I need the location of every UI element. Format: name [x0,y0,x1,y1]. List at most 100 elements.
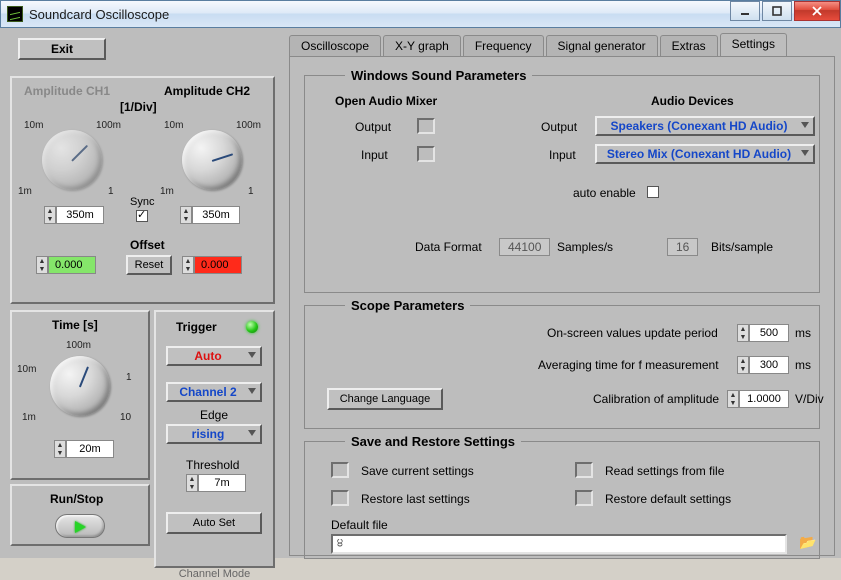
group-sound-params: Windows Sound Parameters Open Audio Mixe… [304,75,820,293]
group-save-restore: Save and Restore Settings Save current s… [304,441,820,559]
trigger-channel-dropdown[interactable]: Channel 2 [166,382,262,402]
tab-frequency[interactable]: Frequency [463,35,544,56]
time-panel: Time [s] 100m 10m 1 1m 10 ▲▼ [10,310,150,480]
tab-extras[interactable]: Extras [660,35,718,56]
mixer-output-label: Output [355,120,391,134]
samples-s-label: Samples/s [557,240,613,254]
trigger-mode-dropdown[interactable]: Auto [166,346,262,366]
threshold-value[interactable] [198,474,246,492]
maximize-button[interactable] [762,1,792,21]
default-file-field[interactable]: ੪ [331,534,787,554]
sample-rate-field: 44100 [499,238,550,256]
runstop-panel: Run/Stop [10,484,150,546]
tick: 1 [126,372,132,383]
trigger-edge-dropdown[interactable]: rising [166,424,262,444]
exit-button[interactable]: Exit [18,38,106,60]
trigger-channel-value: Channel 2 [179,385,236,399]
minimize-button[interactable] [730,1,760,21]
amp-ch2-value[interactable] [192,206,240,224]
tab-strip: Oscilloscope X-Y graph Frequency Signal … [289,34,835,56]
tick: 10 [120,412,131,423]
amp-ch1-value[interactable] [56,206,104,224]
amp-units: [1/Div] [120,100,157,114]
tab-settings[interactable]: Settings [720,33,787,56]
sync-checkbox[interactable] [136,210,148,222]
time-knob[interactable] [50,356,110,416]
save-current-button[interactable] [331,462,349,478]
tick: 1 [108,186,114,197]
tick: 10m [24,120,43,131]
open-mixer-label: Open Audio Mixer [335,94,437,108]
update-period-value[interactable] [749,324,789,342]
threshold-spinner-arrows[interactable]: ▲▼ [186,474,198,492]
settings-tab-body: Windows Sound Parameters Open Audio Mixe… [289,56,835,556]
tick: 100m [236,120,261,131]
tick: 10m [164,120,183,131]
tick: 100m [96,120,121,131]
save-current-label: Save current settings [361,464,474,478]
trigger-led-icon [246,321,258,333]
offset-ch1-value[interactable] [48,256,96,274]
channel-mode-label: Channel Mode [158,568,271,580]
amp-ch1-knob[interactable] [42,130,102,190]
mixer-output-button[interactable] [417,118,435,134]
bits-sample-label: Bits/sample [711,240,773,254]
cal-value[interactable] [739,390,789,408]
amp-ch1-spinner-arrows[interactable]: ▲▼ [44,206,56,224]
amp-ch2-spinner-arrows[interactable]: ▲▼ [180,206,192,224]
amp-ch1-heading: Amplitude CH1 [24,84,110,98]
default-file-label: Default file [331,518,388,532]
time-spinner-arrows[interactable]: ▲▼ [54,440,66,458]
amp-ch2-knob[interactable] [182,130,242,190]
mixer-input-button[interactable] [417,146,435,162]
restore-last-label: Restore last settings [361,492,470,506]
output-device-dropdown[interactable]: Speakers (Conexant HD Audio) [595,116,815,136]
input-device-dropdown[interactable]: Stereo Mix (Conexant HD Audio) [595,144,815,164]
device-input-label: Input [549,148,576,162]
tick: 10m [17,364,36,375]
change-language-button[interactable]: Change Language [327,388,443,410]
trigger-edge-value: rising [192,427,225,441]
read-file-button[interactable] [575,462,593,478]
update-period-arrows[interactable]: ▲▼ [737,324,749,342]
chevron-down-icon [248,352,256,358]
time-heading: Time [s] [52,318,98,332]
window-title: Soundcard Oscilloscope [29,7,730,22]
output-device-value: Speakers (Conexant HD Audio) [611,119,788,133]
trigger-mode-value: Auto [194,349,221,363]
app-icon [7,6,23,22]
offset-ch2-value[interactable] [194,256,242,274]
tab-host: Oscilloscope X-Y graph Frequency Signal … [289,34,835,556]
offset-ch2-arrows[interactable]: ▲▼ [182,256,194,274]
time-value[interactable] [66,440,114,458]
tab-signal-generator[interactable]: Signal generator [546,35,658,56]
device-output-label: Output [541,120,577,134]
avg-time-value[interactable] [749,356,789,374]
trigger-heading: Trigger [176,320,217,334]
runstop-button[interactable] [55,514,105,538]
cal-arrows[interactable]: ▲▼ [727,390,739,408]
offset-ch1-arrows[interactable]: ▲▼ [36,256,48,274]
ms-2-label: ms [795,358,811,372]
tab-xy-graph[interactable]: X-Y graph [383,35,461,56]
avg-time-arrows[interactable]: ▲▼ [737,356,749,374]
folder-open-icon[interactable]: 📂 [799,534,816,551]
mixer-input-label: Input [361,148,388,162]
amplitude-panel: Amplitude CH1 Amplitude CH2 [1/Div] 10m … [10,76,275,304]
close-button[interactable] [794,1,840,21]
titlebar: Soundcard Oscilloscope [0,0,841,28]
restore-default-button[interactable] [575,490,593,506]
tab-oscilloscope[interactable]: Oscilloscope [289,35,381,56]
auto-enable-checkbox[interactable] [647,186,659,198]
restore-last-button[interactable] [331,490,349,506]
group-scope-legend: Scope Parameters [345,298,470,313]
group-sound-legend: Windows Sound Parameters [345,68,532,83]
tick: 1m [22,412,36,423]
update-period-label: On-screen values update period [547,326,718,340]
autoset-button[interactable]: Auto Set [166,512,262,534]
threshold-label: Threshold [186,458,239,472]
amp-ch2-heading: Amplitude CH2 [164,84,250,98]
reset-button[interactable]: Reset [126,255,172,275]
vdiv-label: V/Div [795,392,824,406]
read-file-label: Read settings from file [605,464,724,478]
